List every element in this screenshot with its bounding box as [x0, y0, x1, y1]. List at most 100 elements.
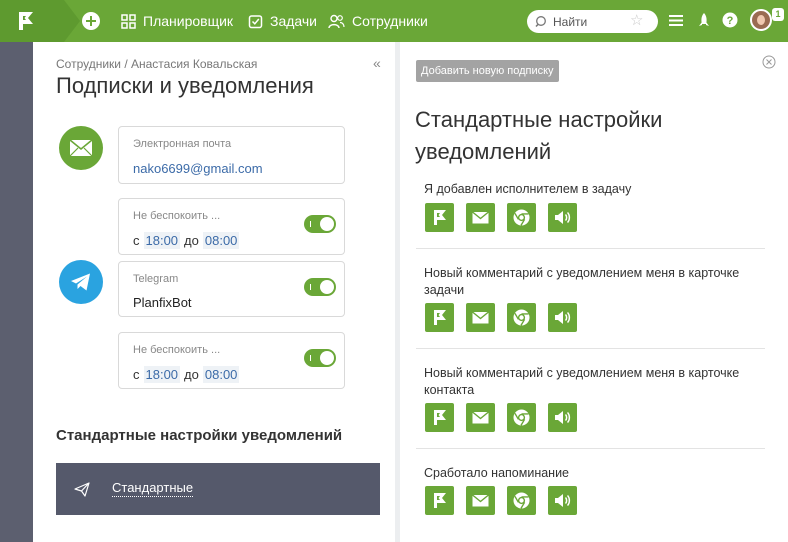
event-channels — [425, 403, 589, 432]
task-check-icon — [248, 14, 263, 28]
browser-notify-button[interactable] — [507, 203, 536, 232]
mail-icon — [472, 311, 489, 324]
sound-notify-button[interactable] — [548, 403, 577, 432]
left-rail — [0, 42, 33, 542]
task-notify-button[interactable] — [425, 403, 454, 432]
task-notify-button[interactable] — [425, 203, 454, 232]
dnd-label: Не беспокоить ... — [133, 210, 221, 222]
mail-icon — [472, 211, 489, 224]
do-not-disturb-telegram: Не беспокоить ... с 18:00 до 08:00 — [118, 332, 345, 389]
dnd-time-range: с 18:00 до 08:00 — [133, 366, 243, 383]
email-label: Электронная почта — [133, 138, 232, 150]
dnd-toggle[interactable] — [304, 349, 336, 367]
sound-notify-button[interactable] — [548, 303, 577, 332]
event-channels — [425, 303, 589, 332]
telegram-toggle[interactable] — [304, 278, 336, 296]
event-channels — [425, 486, 589, 515]
separator — [416, 448, 765, 449]
planfix-logo-icon — [19, 12, 33, 30]
add-subscription-button[interactable]: Добавить новую подписку — [416, 60, 559, 82]
search-box[interactable]: ☆ — [527, 10, 658, 33]
event-row: Новый комментарий с уведомлением меня в … — [424, 365, 764, 399]
dnd-toggle[interactable] — [304, 215, 336, 233]
email-notify-button[interactable] — [466, 203, 495, 232]
menu-icon[interactable] — [668, 12, 684, 28]
breadcrumb[interactable]: Сотрудники / Анастасия Ковальская — [56, 57, 257, 71]
standard-settings-panel: Добавить новую подписку Стандартные наст… — [400, 42, 788, 542]
page-title: Подписки и уведомления — [56, 73, 314, 98]
sound-notify-button[interactable] — [548, 486, 577, 515]
chrome-icon — [513, 492, 530, 509]
search-input[interactable] — [553, 13, 629, 30]
task-notify-button[interactable] — [425, 486, 454, 515]
svg-text:?: ? — [727, 15, 734, 27]
event-title: Сработало напоминание — [424, 466, 570, 480]
browser-notify-button[interactable] — [507, 303, 536, 332]
mail-icon — [69, 139, 93, 157]
from-time-field[interactable]: 18:00 — [143, 366, 181, 383]
mail-icon — [472, 494, 489, 507]
nav-tasks-label: Задачи — [270, 13, 318, 29]
sound-icon — [555, 411, 571, 424]
browser-notify-button[interactable] — [507, 486, 536, 515]
email-notify-button[interactable] — [466, 303, 495, 332]
nav-planner[interactable]: Планировщик — [121, 0, 233, 42]
flag-icon — [434, 493, 446, 508]
subscriptions-panel: Сотрудники / Анастасия Ковальская « Подп… — [33, 42, 395, 542]
nav-employees-label: Сотрудники — [352, 13, 428, 29]
event-title: Новый комментарий с уведомлением меня в … — [424, 266, 740, 297]
avatar[interactable] — [750, 9, 772, 31]
email-value[interactable]: nako6699@gmail.com — [133, 161, 263, 176]
separator — [416, 248, 765, 249]
to-label: до — [184, 233, 199, 248]
telegram-label: Telegram — [133, 273, 179, 285]
nav-planner-label: Планировщик — [143, 13, 234, 29]
flag-icon — [434, 410, 446, 425]
rocket-icon[interactable] — [697, 12, 711, 29]
email-notify-button[interactable] — [466, 403, 495, 432]
nav-tasks[interactable]: Задачи — [248, 0, 317, 42]
email-channel-badge — [59, 126, 103, 170]
flag-icon — [434, 210, 446, 225]
search-icon — [535, 16, 546, 28]
star-icon[interactable]: ☆ — [630, 12, 643, 30]
email-notify-button[interactable] — [466, 486, 495, 515]
to-time-field[interactable]: 08:00 — [202, 232, 240, 249]
logo[interactable] — [0, 0, 64, 42]
add-button[interactable] — [82, 12, 100, 30]
sound-icon — [555, 494, 571, 507]
help-icon[interactable]: ? — [722, 12, 738, 28]
standard-settings-label[interactable]: Стандартные — [112, 480, 194, 497]
event-row: Сработало напоминание — [424, 465, 764, 482]
dnd-time-range: с 18:00 до 08:00 — [133, 232, 243, 249]
event-title: Я добавлен исполнителем в задачу — [424, 182, 632, 196]
do-not-disturb-email: Не беспокоить ... с 18:00 до 08:00 — [118, 198, 345, 255]
people-icon — [328, 14, 345, 28]
close-icon[interactable] — [762, 55, 776, 69]
telegram-value[interactable]: PlanfixBot — [133, 295, 192, 310]
sound-notify-button[interactable] — [548, 203, 577, 232]
to-time-field[interactable]: 08:00 — [202, 366, 240, 383]
telegram-icon — [71, 273, 90, 291]
email-field[interactable]: Электронная почта nako6699@gmail.com — [118, 126, 345, 184]
chrome-icon — [513, 209, 530, 226]
standard-settings-item[interactable]: Стандартные — [56, 463, 380, 515]
nav-employees[interactable]: Сотрудники — [328, 0, 428, 42]
sound-icon — [555, 211, 571, 224]
sound-icon — [555, 311, 571, 324]
section-title: Стандартные настройки уведомлений — [56, 427, 343, 444]
collapse-panel-button[interactable]: « — [373, 55, 381, 71]
logo-notch — [64, 0, 80, 42]
event-row: Новый комментарий с уведомлением меня в … — [424, 265, 764, 299]
paper-plane-icon — [74, 482, 90, 497]
task-notify-button[interactable] — [425, 303, 454, 332]
separator — [416, 348, 765, 349]
settings-title: Стандартные настройки уведомлений — [415, 107, 663, 164]
browser-notify-button[interactable] — [507, 403, 536, 432]
from-time-field[interactable]: 18:00 — [143, 232, 181, 249]
event-title: Новый комментарий с уведомлением меня в … — [424, 366, 740, 397]
flag-icon — [434, 310, 446, 325]
telegram-channel-badge — [59, 260, 103, 304]
notification-badge[interactable]: 1 — [772, 8, 784, 21]
mail-icon — [472, 411, 489, 424]
